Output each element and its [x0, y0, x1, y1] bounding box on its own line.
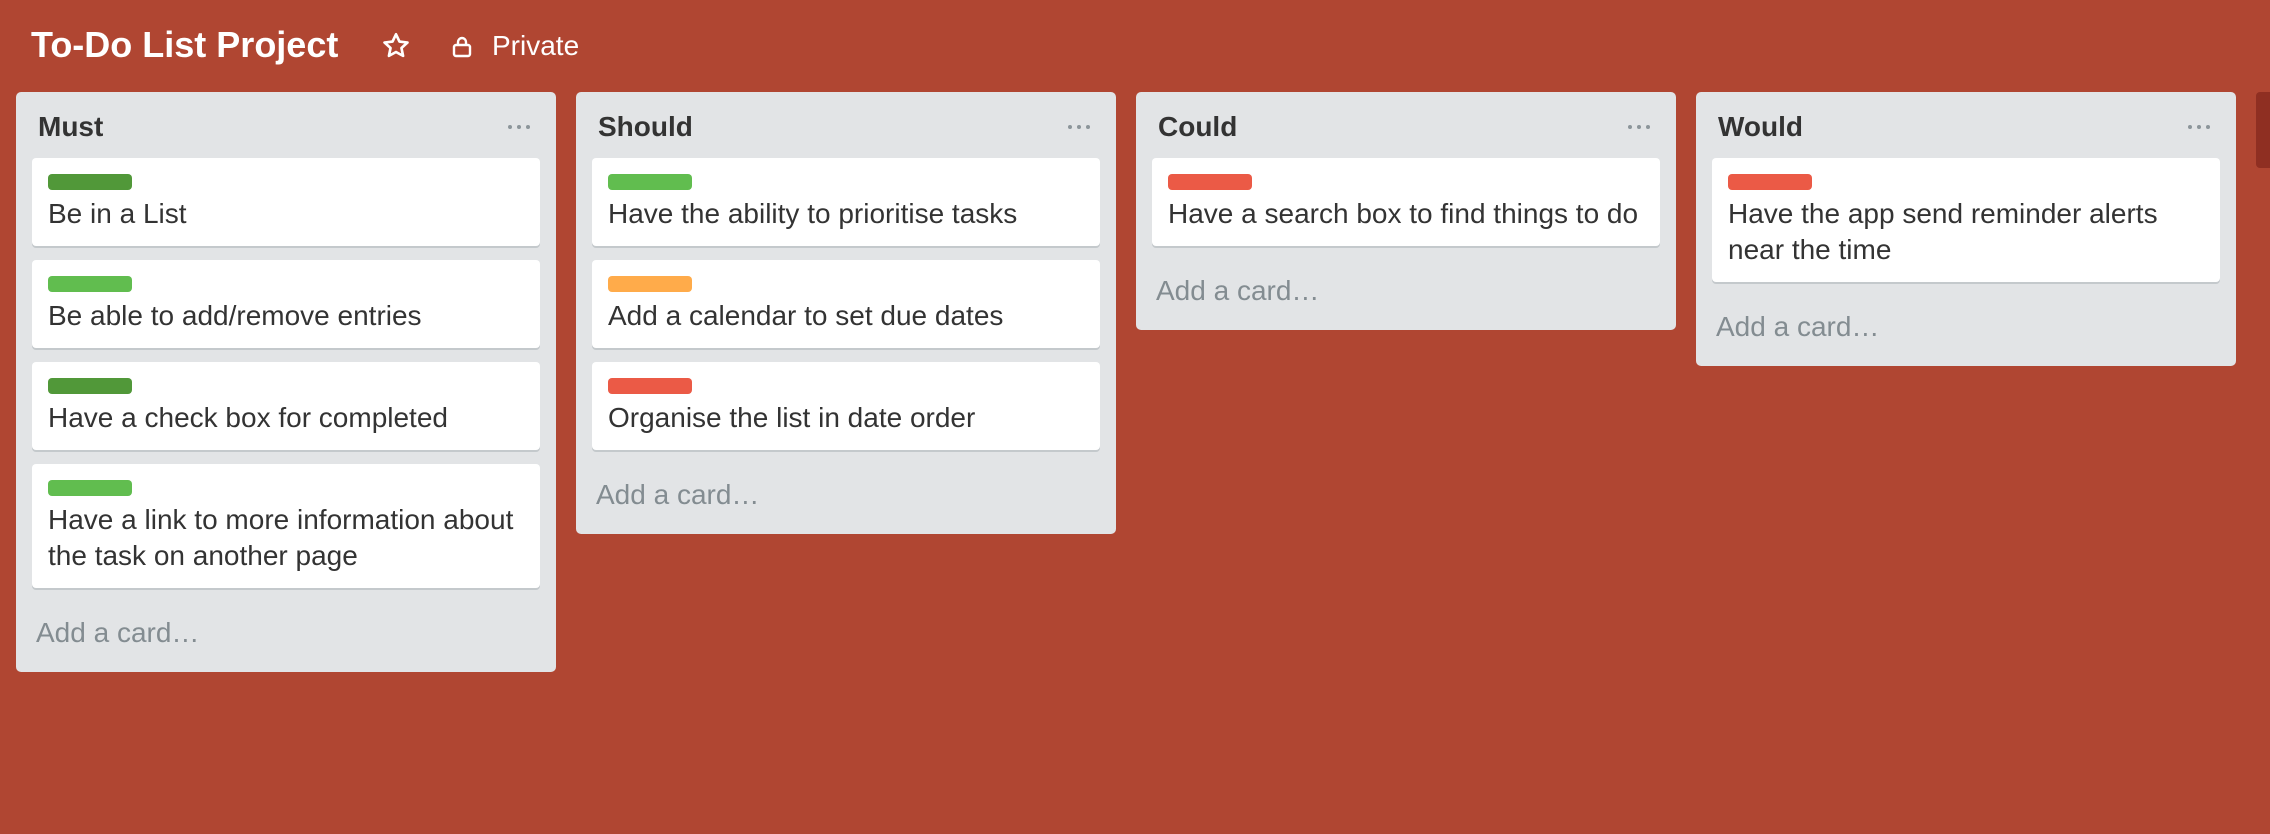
card-label — [608, 174, 692, 190]
card-label — [48, 480, 132, 496]
more-icon — [508, 125, 530, 129]
card-title: Organise the list in date order — [608, 402, 976, 433]
card-title: Add a calendar to set due dates — [608, 300, 1004, 331]
card-list: Have the ability to prioritise tasks Add… — [576, 158, 1116, 450]
board-title[interactable]: To-Do List Project — [31, 22, 338, 68]
card-title: Be in a List — [48, 198, 187, 229]
list-header: Would — [1696, 92, 2236, 158]
privacy-label: Private — [492, 30, 580, 61]
list-would: Would Have the app send reminder alerts … — [1696, 92, 2236, 366]
list-title[interactable]: Must — [38, 110, 103, 144]
list-menu-button[interactable] — [1624, 112, 1654, 142]
add-card-button[interactable]: Add a card… — [1136, 260, 1676, 330]
add-card-button[interactable]: Add a card… — [16, 602, 556, 672]
card[interactable]: Have a search box to find things to do — [1152, 158, 1660, 246]
card-label — [608, 276, 692, 292]
card[interactable]: Have a link to more information about th… — [32, 464, 540, 588]
list-could: Could Have a search box to find things t… — [1136, 92, 1676, 330]
add-card-button[interactable]: Add a card… — [1696, 296, 2236, 366]
more-icon — [2188, 125, 2210, 129]
card-list: Have the app send reminder alerts near t… — [1696, 158, 2236, 282]
star-board-button[interactable] — [380, 30, 412, 62]
more-icon — [1068, 125, 1090, 129]
privacy-button[interactable]: Private — [450, 26, 579, 66]
list-menu-button[interactable] — [1064, 112, 1094, 142]
card[interactable]: Have the app send reminder alerts near t… — [1712, 158, 2220, 282]
card-label — [48, 378, 132, 394]
card-label — [48, 276, 132, 292]
card-label — [1728, 174, 1812, 190]
card-title: Have a link to more information about th… — [48, 504, 514, 571]
star-icon — [383, 32, 409, 58]
card-label — [48, 174, 132, 190]
card-title: Be able to add/remove entries — [48, 300, 422, 331]
card[interactable]: Be able to add/remove entries — [32, 260, 540, 348]
card-label — [608, 378, 692, 394]
card[interactable]: Organise the list in date order — [592, 362, 1100, 450]
list-header: Could — [1136, 92, 1676, 158]
horizontal-scroll-handle[interactable] — [2256, 92, 2270, 168]
card-list: Have a search box to find things to do — [1136, 158, 1676, 246]
card[interactable]: Add a calendar to set due dates — [592, 260, 1100, 348]
card-title: Have a search box to find things to do — [1168, 198, 1639, 229]
lock-icon — [450, 34, 474, 58]
add-card-button[interactable]: Add a card… — [576, 464, 1116, 534]
list-header: Should — [576, 92, 1116, 158]
list-menu-button[interactable] — [504, 112, 534, 142]
card[interactable]: Be in a List — [32, 158, 540, 246]
card-title: Have a check box for completed — [48, 402, 448, 433]
list-title[interactable]: Would — [1718, 110, 1803, 144]
more-icon — [1628, 125, 1650, 129]
list-title[interactable]: Could — [1158, 110, 1237, 144]
card-title: Have the ability to prioritise tasks — [608, 198, 1018, 229]
list-should: Should Have the ability to prioritise ta… — [576, 92, 1116, 534]
card-label — [1168, 174, 1252, 190]
list-title[interactable]: Should — [598, 110, 693, 144]
list-header: Must — [16, 92, 556, 158]
card-list: Be in a List Be able to add/remove entri… — [16, 158, 556, 588]
list-menu-button[interactable] — [2184, 112, 2214, 142]
card[interactable]: Have a check box for completed — [32, 362, 540, 450]
board-header: To-Do List Project Private — [0, 0, 2270, 92]
card[interactable]: Have the ability to prioritise tasks — [592, 158, 1100, 246]
list-must: Must Be in a List Be able to add/remove … — [16, 92, 556, 672]
card-title: Have the app send reminder alerts near t… — [1728, 198, 2158, 265]
